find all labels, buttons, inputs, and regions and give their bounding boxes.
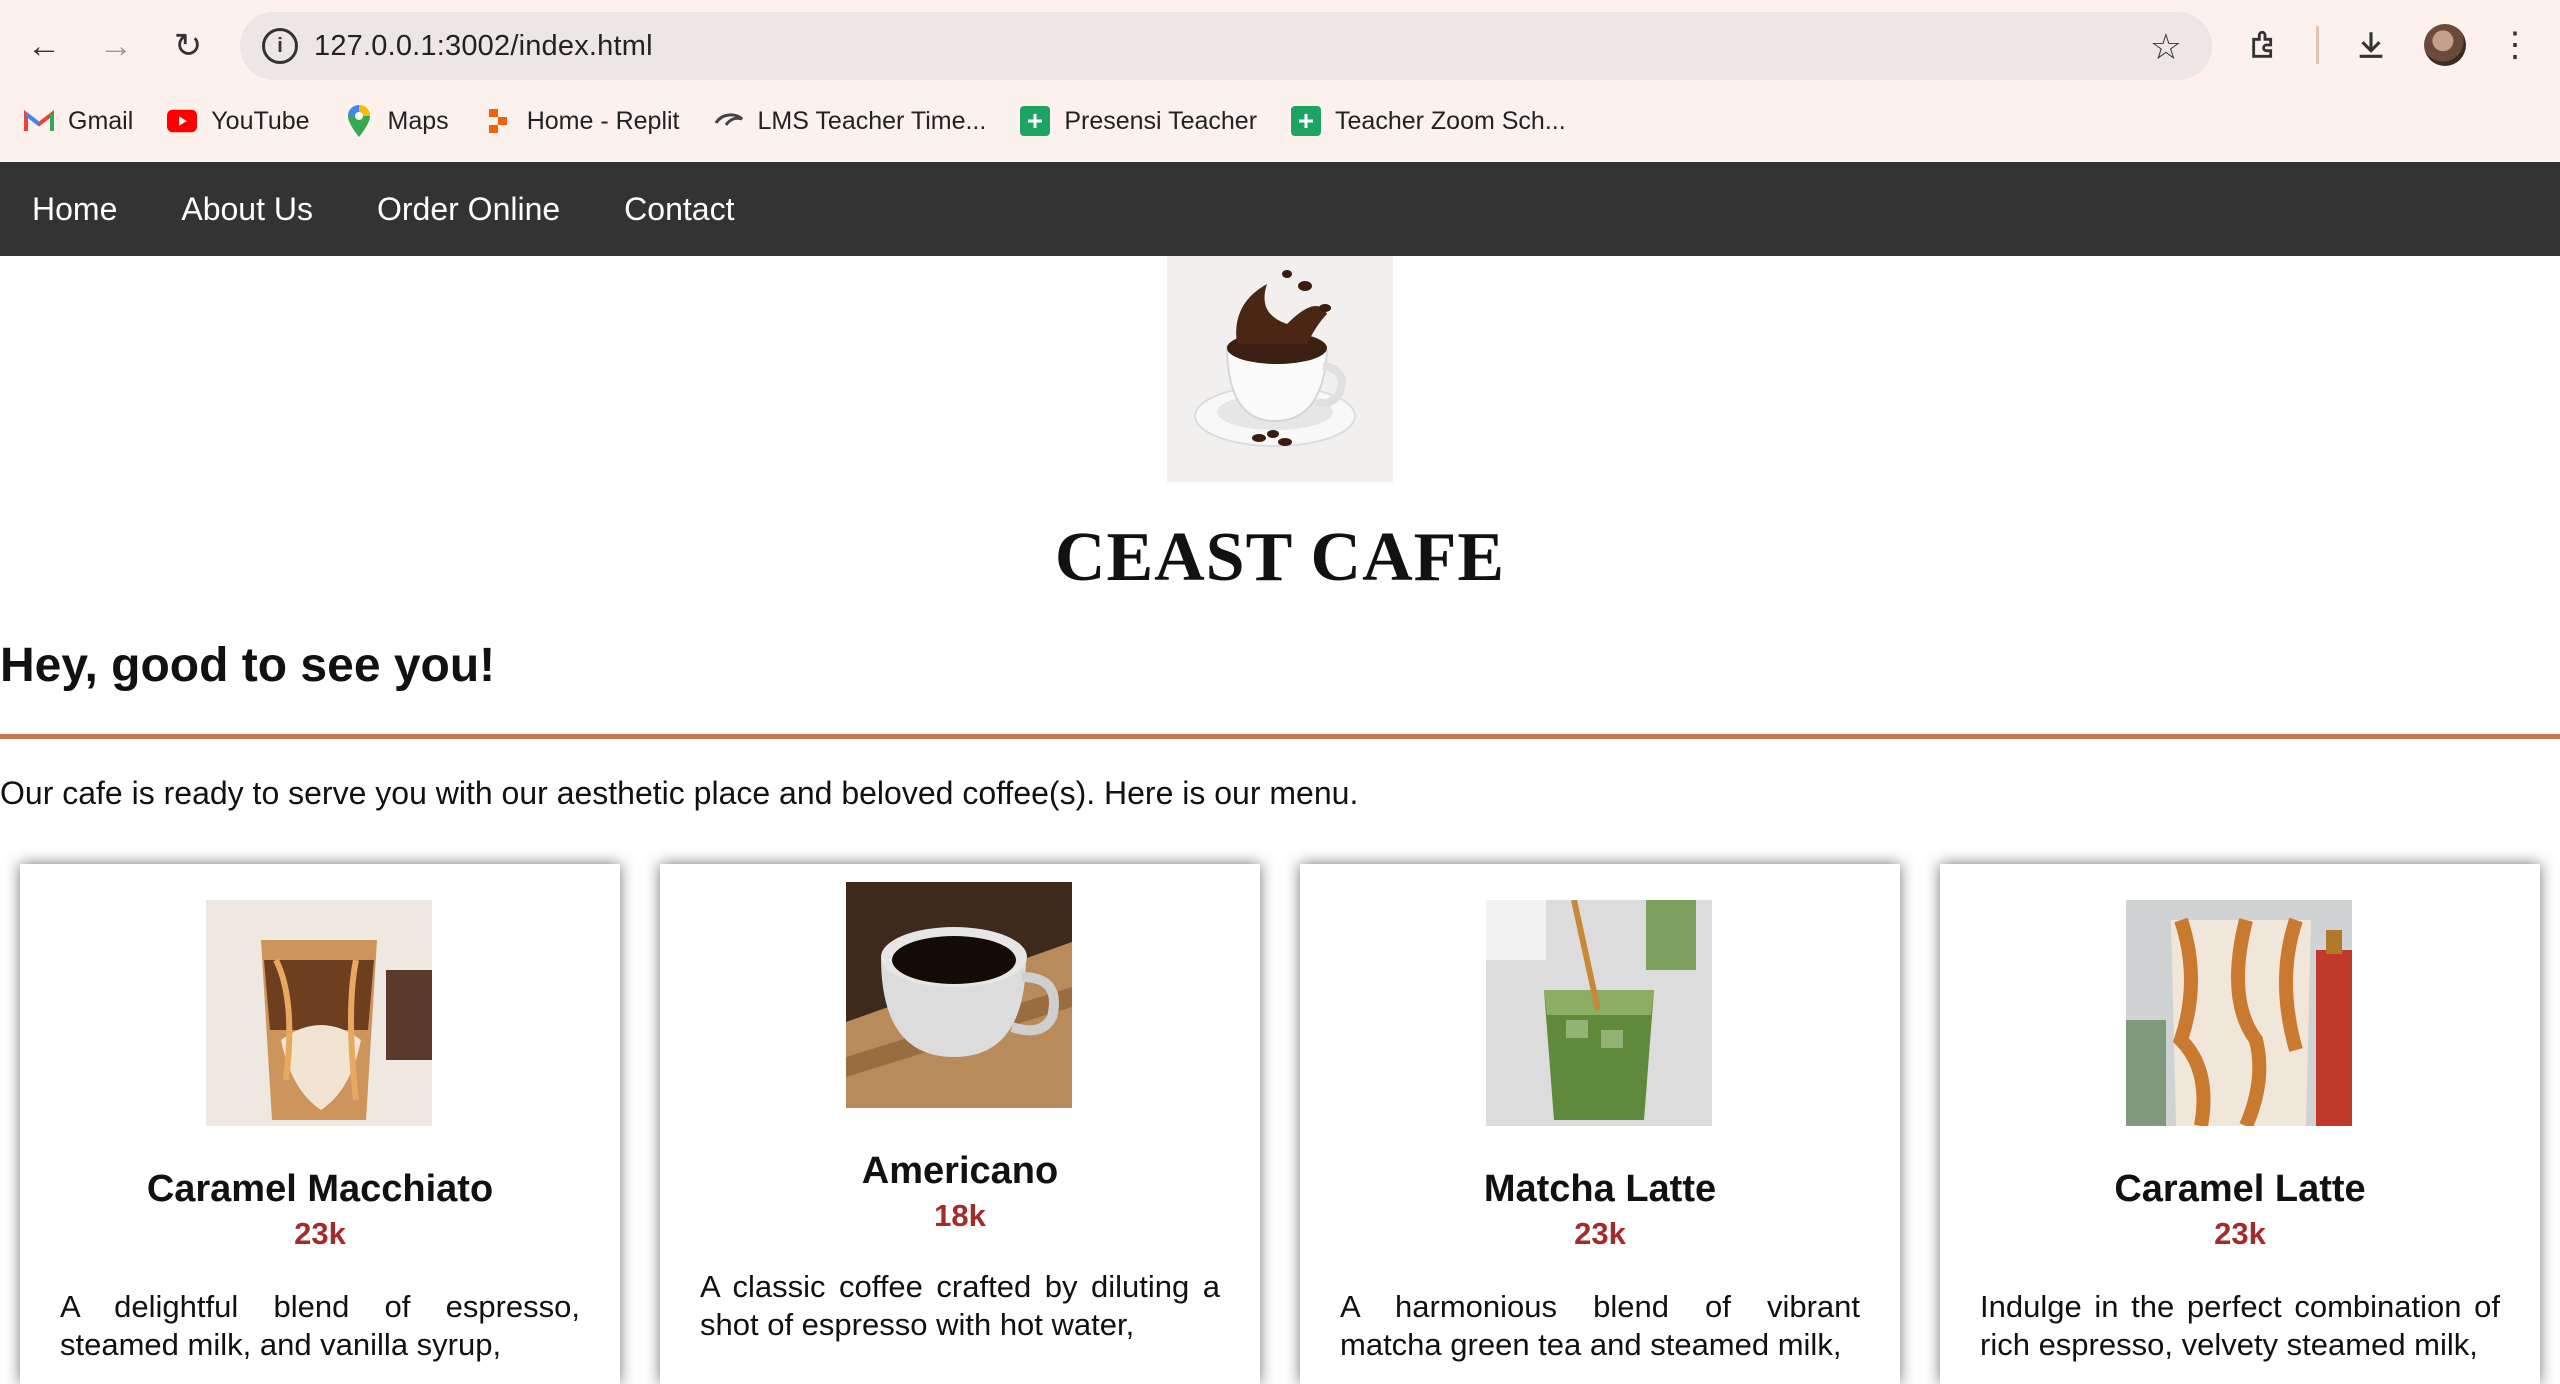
menu-item-price: 23k xyxy=(2214,1216,2266,1251)
replit-icon xyxy=(483,106,513,136)
caramel-macchiato-image xyxy=(206,900,432,1126)
menu-item-description: Indulge in the perfect combination of ri… xyxy=(1980,1289,2500,1362)
download-icon[interactable] xyxy=(2346,20,2396,70)
menu-item-name: Americano xyxy=(861,1150,1059,1192)
profile-avatar[interactable] xyxy=(2424,24,2466,66)
extensions-icon[interactable] xyxy=(2240,20,2290,70)
bookmark-label: LMS Teacher Time... xyxy=(757,106,987,135)
bookmark-replit[interactable]: Home - Replit xyxy=(483,94,680,148)
browser-chrome: ← → ↻ i 127.0.0.1:3002/index.html ☆ ⋮ Gm… xyxy=(0,0,2560,162)
maps-icon xyxy=(344,105,374,137)
sheets-icon xyxy=(1020,106,1051,136)
menu-card-matcha-latte[interactable]: Matcha Latte 23k A harmonious blend of v… xyxy=(1300,864,1900,1384)
menu-item-name: Caramel Macchiato xyxy=(146,1168,494,1210)
bookmark-gmail[interactable]: Gmail xyxy=(24,94,133,148)
bookmark-presensi[interactable]: Presensi Teacher xyxy=(1020,94,1257,148)
menu-item-name: Matcha Latte xyxy=(1483,1168,1717,1210)
nav-contact[interactable]: Contact xyxy=(592,162,766,256)
bookmark-label: YouTube xyxy=(211,106,310,135)
menu-item-description: A classic coffee crafted by diluting a s… xyxy=(700,1269,1220,1342)
youtube-icon xyxy=(167,106,198,136)
menu-item-name: Caramel Latte xyxy=(2114,1168,2366,1210)
site-info-icon[interactable]: i xyxy=(262,28,298,64)
bookmarks-bar: Gmail YouTube Maps Home - Replit LMS Tea… xyxy=(0,94,2560,148)
bookmark-label: Maps xyxy=(387,106,449,135)
forward-arrow-icon[interactable]: → xyxy=(90,20,142,72)
bookmark-youtube[interactable]: YouTube xyxy=(167,94,310,148)
reload-icon[interactable]: ↻ xyxy=(162,20,214,72)
url-text[interactable]: 127.0.0.1:3002/index.html xyxy=(314,30,653,63)
nav-about-us[interactable]: About Us xyxy=(149,162,345,256)
sheets-icon xyxy=(1291,106,1322,136)
back-arrow-icon[interactable]: ← xyxy=(18,20,70,72)
cafe-logo-image xyxy=(1167,256,1393,482)
bookmark-label: Gmail xyxy=(68,106,134,135)
site-navbar: Home About Us Order Online Contact xyxy=(0,162,2560,256)
menu-card-americano[interactable]: Americano 18k A classic coffee crafted b… xyxy=(660,864,1260,1384)
menu-item-price: 18k xyxy=(934,1198,986,1233)
cafe-title: CEAST CAFE xyxy=(1054,519,1506,596)
menu-item-price: 23k xyxy=(1574,1216,1626,1251)
intro-text: Our cafe is ready to serve you with our … xyxy=(0,775,1359,811)
address-bar[interactable]: i 127.0.0.1:3002/index.html ☆ xyxy=(240,12,2212,80)
menu-item-description: A delightful blend of espresso, steamed … xyxy=(60,1289,580,1362)
gmail-icon xyxy=(24,106,54,136)
divider xyxy=(0,734,2560,739)
bookmark-lms[interactable]: LMS Teacher Time... xyxy=(714,94,987,148)
menu-item-description: A harmonious blend of vibrant matcha gre… xyxy=(1340,1289,1860,1362)
greeting-heading: Hey, good to see you! xyxy=(0,639,496,692)
menu-item-price: 23k xyxy=(294,1216,346,1251)
bookmark-zoom-schedule[interactable]: Teacher Zoom Sch... xyxy=(1291,94,1566,148)
bookmark-maps[interactable]: Maps xyxy=(344,94,449,148)
americano-image xyxy=(846,882,1072,1108)
bookmark-label: Presensi Teacher xyxy=(1064,106,1258,135)
toolbar-divider xyxy=(2316,26,2319,64)
menu-card-caramel-latte[interactable]: Caramel Latte 23k Indulge in the perfect… xyxy=(1940,864,2540,1384)
bookmark-label: Teacher Zoom Sch... xyxy=(1335,106,1566,135)
menu-kebab-icon[interactable]: ⋮ xyxy=(2490,20,2540,70)
menu-card-caramel-macchiato[interactable]: Caramel Macchiato 23k A delightful blend… xyxy=(20,864,620,1384)
bookmark-star-icon[interactable]: ☆ xyxy=(2150,26,2182,68)
caramel-latte-image xyxy=(2126,900,2352,1126)
matcha-latte-image xyxy=(1486,900,1712,1126)
bookmark-label: Home - Replit xyxy=(526,106,680,135)
nav-home[interactable]: Home xyxy=(0,162,149,256)
nav-order-online[interactable]: Order Online xyxy=(345,162,592,256)
lms-icon xyxy=(714,106,744,136)
